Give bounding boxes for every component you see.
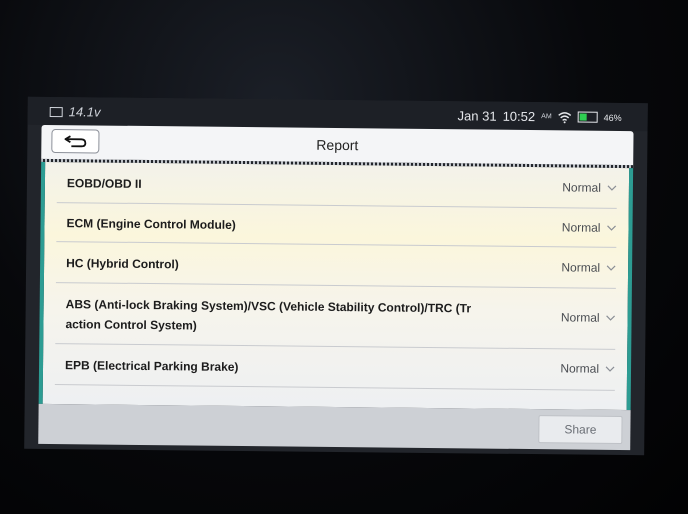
- row-label: HC (Hybrid Control): [66, 256, 179, 272]
- status-right: Jan 31 10:52 AM 46%: [457, 108, 621, 125]
- status-dropdown[interactable]: Normal: [562, 220, 617, 235]
- status-left: 14.1v: [49, 104, 101, 120]
- voltage-readout: 14.1v: [68, 104, 101, 120]
- status-date: Jan 31: [457, 108, 497, 124]
- status-time: 10:52: [502, 108, 536, 125]
- status-dropdown[interactable]: Normal: [561, 260, 616, 275]
- row-label-line1: ABS (Anti-lock Braking System)/VSC (Vehi…: [65, 297, 472, 316]
- report-row-eobd[interactable]: EOBD/OBD II Normal: [56, 162, 618, 209]
- report-row-epb[interactable]: EPB (Electrical Parking Brake) Normal: [54, 344, 616, 391]
- footer-bar: Share: [38, 403, 631, 451]
- row-label: EOBD/OBD II: [66, 176, 142, 191]
- chevron-down-icon: [606, 265, 616, 271]
- report-row-hc[interactable]: HC (Hybrid Control) Normal: [55, 242, 617, 289]
- battery-level-fill: [579, 113, 588, 121]
- chevron-down-icon: [606, 315, 616, 321]
- status-dropdown[interactable]: Normal: [560, 361, 615, 376]
- share-button[interactable]: Share: [538, 415, 623, 445]
- chevron-down-icon: [605, 366, 615, 372]
- row-label: ECM (Engine Control Module): [66, 216, 236, 232]
- report-row-ecm[interactable]: ECM (Engine Control Module) Normal: [56, 203, 617, 248]
- battery-icon: [577, 111, 598, 123]
- battery-percent: 46%: [603, 112, 622, 123]
- status-value: Normal: [560, 310, 600, 325]
- wifi-icon: [558, 111, 572, 123]
- row-label-line2: action Control System): [65, 317, 197, 333]
- status-ampm: AM: [541, 113, 552, 121]
- status-value: Normal: [560, 361, 600, 376]
- page-title: Report: [316, 136, 359, 154]
- device-screen: 14.1v Jan 31 10:52 AM 46% Report EOBD/OB…: [24, 96, 648, 456]
- status-value: Normal: [562, 180, 602, 195]
- chevron-down-icon: [607, 225, 616, 231]
- status-value: Normal: [561, 260, 601, 275]
- status-value: Normal: [561, 220, 601, 235]
- row-label: EPB (Electrical Parking Brake): [64, 358, 239, 374]
- chevron-down-icon: [607, 185, 617, 191]
- message-icon: [49, 106, 63, 117]
- status-dropdown[interactable]: Normal: [562, 180, 617, 195]
- status-dropdown[interactable]: Normal: [561, 310, 616, 325]
- report-list: EOBD/OBD II Normal ECM (Engine Control M…: [38, 161, 634, 411]
- report-row-abs[interactable]: ABS (Anti-lock Braking System)/VSC (Vehi…: [55, 283, 616, 350]
